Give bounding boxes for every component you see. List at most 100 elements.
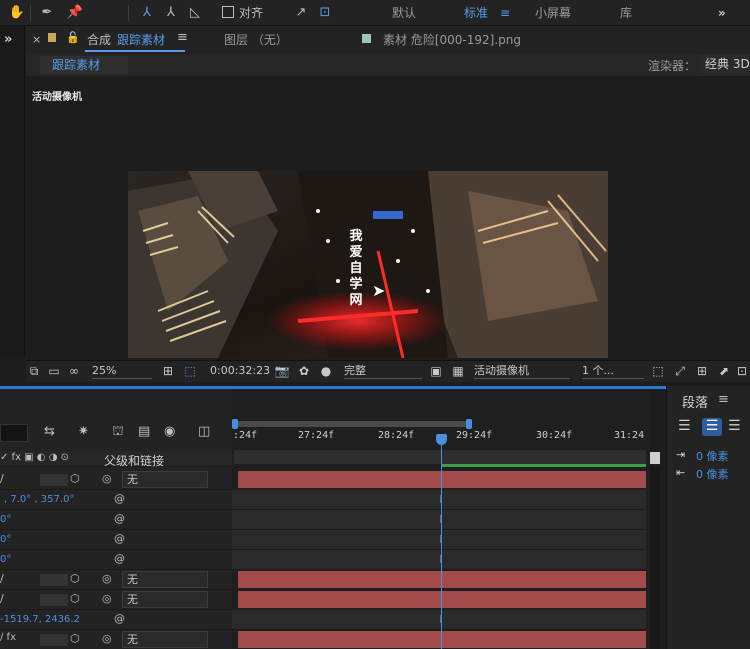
views-dropdown[interactable]: 1 个... (582, 363, 644, 379)
resolution-dropdown[interactable]: 完整 (344, 363, 422, 379)
snapshot-icon[interactable]: 📷 (274, 363, 290, 379)
expression-pickwhip-icon[interactable]: @ (114, 552, 125, 565)
playhead-handle[interactable] (436, 434, 447, 445)
indent-after-value[interactable]: 0 像素 (696, 466, 729, 482)
layer-duration-bar[interactable] (238, 571, 646, 588)
layer-duration-bar[interactable] (238, 591, 646, 608)
draft-3d-icon[interactable]: ✷ (78, 424, 89, 439)
expression-pickwhip-icon[interactable]: @ (114, 492, 125, 505)
motion-blur-switch-icon[interactable]: ∕ (0, 592, 4, 605)
comp-flowchart-icon[interactable]: ⊡ (734, 363, 750, 379)
region-of-interest-icon[interactable]: ⬚ (182, 363, 198, 379)
frame-blend-icon[interactable]: ▤ (138, 424, 150, 439)
motion-blur-switch-icon[interactable]: ∕ (0, 572, 4, 585)
more-workspaces-icon[interactable]: » (718, 4, 726, 22)
expression-pickwhip-icon[interactable]: @ (114, 512, 125, 525)
comp-subtab[interactable]: 跟踪素材 (40, 56, 128, 74)
color-channel-icon[interactable]: ● (318, 363, 334, 379)
pen-tool-icon[interactable]: ✒ (38, 4, 56, 22)
workspace-default[interactable]: 默认 (392, 4, 416, 22)
composition-preview[interactable]: 我 爱 自 学 网 ➤ (128, 171, 608, 358)
expression-pickwhip-icon[interactable]: @ (114, 612, 125, 625)
panel-menu-icon[interactable]: ≡ (718, 392, 729, 407)
pickwhip-icon[interactable]: ◎ (102, 572, 112, 585)
renderer-dropdown[interactable]: 经典 3D (700, 55, 750, 73)
snap-target-icon[interactable]: ⊡ (316, 4, 334, 22)
view-axis-icon[interactable]: ◺ (186, 4, 204, 22)
workspace-small-screen[interactable]: 小屏幕 (535, 4, 571, 22)
show-snapshot-icon[interactable]: ✿ (296, 363, 312, 379)
3d-draft-icon[interactable]: ⬈ (716, 363, 732, 379)
parent-dropdown[interactable]: 无 (122, 471, 208, 488)
work-area-end-handle[interactable] (466, 419, 472, 429)
work-area-start-handle[interactable] (232, 419, 238, 429)
workspace-menu-icon[interactable]: ≡ (500, 4, 510, 22)
switch-box[interactable] (40, 474, 68, 486)
flowchart-icon[interactable]: ⊞ (694, 363, 710, 379)
layer-duration-bar[interactable] (238, 471, 646, 488)
indent-before-value[interactable]: 0 像素 (696, 448, 729, 464)
switch-box[interactable] (40, 594, 68, 606)
motion-blur-icon[interactable]: ◉ (164, 424, 175, 439)
close-tab-icon[interactable]: × (32, 33, 41, 46)
transparency-grid-icon[interactable]: ▦ (450, 363, 466, 379)
property-value[interactable]: , 7.0° , 357.0° (4, 490, 74, 510)
fast-preview-icon[interactable]: ▣ (428, 363, 444, 379)
workspace-library[interactable]: 库 (620, 4, 632, 22)
expression-pickwhip-icon[interactable]: @ (114, 532, 125, 545)
comp-tab-name[interactable]: 跟踪素材 (117, 31, 165, 48)
parent-dropdown[interactable]: 无 (122, 591, 208, 608)
mask-view-icon[interactable]: ∞ (66, 363, 82, 379)
view-options-icon[interactable]: ⬚ (650, 363, 666, 379)
pickwhip-icon[interactable]: ◎ (102, 592, 112, 605)
graph-editor-icon[interactable]: ◫ (198, 424, 210, 439)
workspace-standard[interactable]: 标准 (464, 4, 488, 22)
3d-layer-icon[interactable]: ⬡ (70, 472, 80, 485)
zoom-dropdown[interactable]: 25% (92, 363, 152, 379)
align-center-icon[interactable]: ☰ (702, 418, 722, 436)
lock-icon[interactable]: 🔓 (66, 31, 80, 44)
timeline-scrollbar[interactable] (650, 466, 660, 649)
motion-blur-switch-icon[interactable]: ∕ (0, 472, 4, 485)
property-value[interactable]: 0° (0, 510, 11, 530)
pickwhip-icon[interactable]: ◎ (102, 472, 112, 485)
monitor-icon[interactable]: ▭ (46, 363, 62, 379)
parent-dropdown[interactable]: 无 (122, 571, 208, 588)
3d-layer-icon[interactable]: ⬡ (70, 592, 80, 605)
timeline-search-input[interactable] (0, 424, 28, 442)
align-right-icon[interactable]: ☰ (728, 418, 741, 434)
3d-layer-icon[interactable]: ⬡ (70, 572, 80, 585)
parent-link-column-header[interactable]: 父级和链接 (104, 452, 164, 469)
layer-duration-bar[interactable] (238, 631, 646, 648)
pin-tool-icon[interactable]: 📌 (66, 4, 84, 22)
switch-box[interactable] (40, 634, 68, 646)
3d-layer-icon[interactable]: ⬡ (70, 632, 80, 645)
reset-exposure-icon[interactable]: ⤢ (672, 363, 688, 379)
align-left-icon[interactable]: ☰ (678, 418, 691, 434)
fx-switch-icon[interactable]: ∕ fx (0, 632, 16, 643)
always-preview-icon[interactable]: ⧉ (26, 363, 42, 379)
pickwhip-icon[interactable]: ◎ (102, 632, 112, 645)
property-value[interactable]: -1519.7, 2436.2 (0, 610, 80, 630)
snap-option-icon[interactable]: ↗ (292, 4, 310, 22)
comp-end-marker[interactable] (650, 452, 660, 464)
comp-tab-menu-icon[interactable]: ≡ (177, 30, 188, 45)
property-value[interactable]: 0° (0, 550, 11, 570)
camera-dropdown[interactable]: 活动摄像机 (474, 363, 570, 379)
expand-panel-icon[interactable]: » (4, 32, 12, 47)
layer-tab[interactable]: 图层 （无） (224, 31, 288, 48)
comp-tab-prefix[interactable]: 合成 (87, 31, 111, 48)
world-axis-icon[interactable]: ⅄ (162, 4, 180, 22)
property-value[interactable]: 0° (0, 530, 11, 550)
local-axis-icon[interactable]: ⅄ (138, 4, 156, 22)
switch-box[interactable] (40, 574, 68, 586)
hand-tool-icon[interactable]: ✋ (8, 4, 26, 22)
parent-dropdown[interactable]: 无 (122, 631, 208, 648)
work-area-range[interactable] (234, 421, 468, 427)
shy-layers-icon[interactable]: ⛫ (112, 424, 124, 441)
current-timecode[interactable]: 0:00:32:23 (210, 363, 270, 379)
comp-mini-flowchart-icon[interactable]: ⇆ (44, 424, 55, 439)
footage-tab[interactable]: 素材 危险[000-192].png (383, 31, 521, 48)
snap-checkbox[interactable] (222, 6, 234, 18)
fit-icon[interactable]: ⊞ (160, 363, 176, 379)
